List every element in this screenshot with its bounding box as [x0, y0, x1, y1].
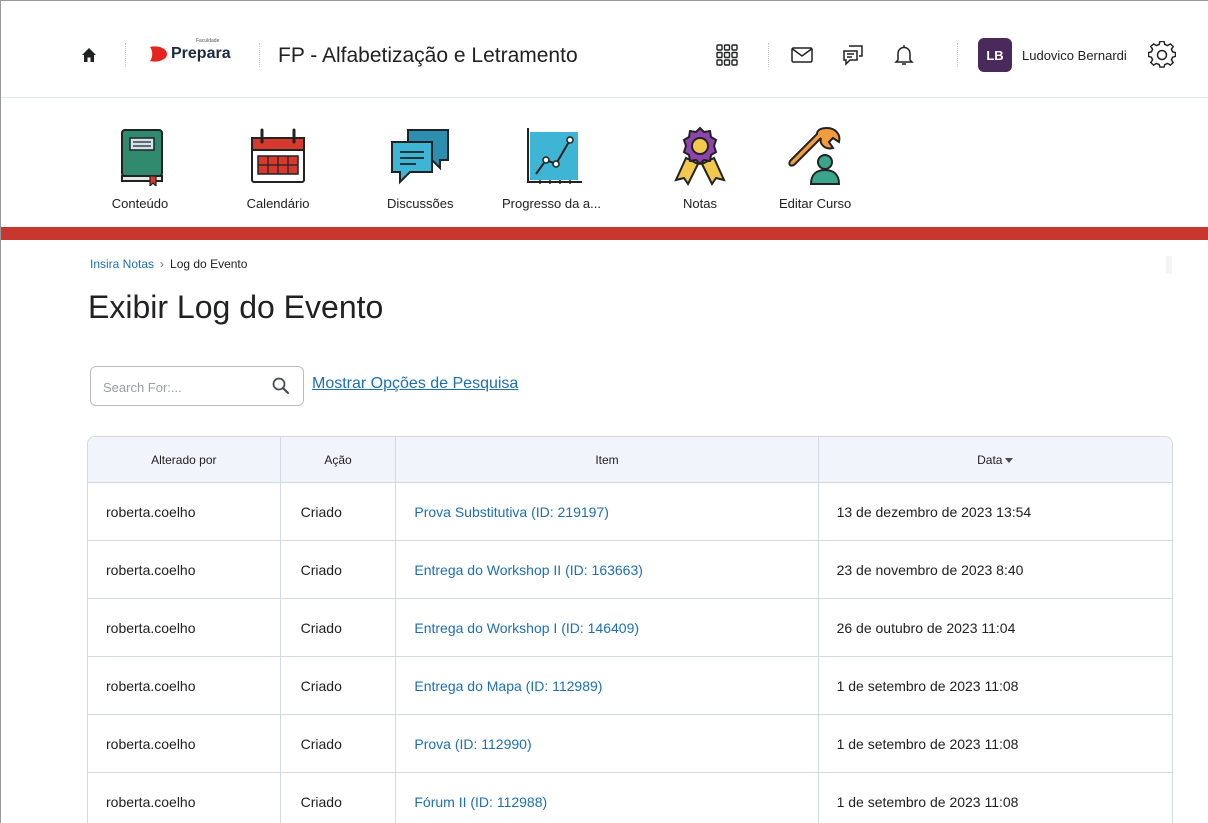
course-navbar: Conteúdo Calendário Discussões Progresso…: [1, 98, 1208, 226]
cell-item: Fórum II (ID: 112988): [396, 773, 819, 823]
sort-descending-icon[interactable]: [1005, 457, 1014, 463]
header-divider: [125, 43, 126, 67]
table-row: roberta.coelho Criado Prova (ID: 112990)…: [88, 715, 1172, 773]
event-log-table: Alterado por Ação Item Data roberta.coel…: [87, 436, 1173, 823]
nav-label: Discussões: [387, 196, 454, 211]
item-link[interactable]: Prova Substitutiva (ID: 219197): [414, 504, 609, 520]
course-title[interactable]: FP - Alfabetização e Letramento: [278, 44, 578, 68]
page-title: Exibir Log do Evento: [88, 289, 384, 325]
nav-item-discussoes[interactable]: Discussões: [387, 126, 453, 211]
notification-bell-icon[interactable]: [892, 43, 916, 67]
nav-label: Editar Curso: [779, 196, 852, 211]
table-header-row: Alterado por Ação Item Data: [88, 437, 1172, 483]
column-header-changed-by: Alterado por: [88, 437, 281, 483]
item-link[interactable]: Entrega do Mapa (ID: 112989): [414, 678, 602, 694]
nav-item-notas[interactable]: Notas: [668, 126, 732, 211]
cell-item: Entrega do Workshop I (ID: 146409): [396, 599, 819, 657]
table-row: roberta.coelho Criado Entrega do Worksho…: [88, 541, 1172, 599]
wrench-user-icon: [788, 126, 841, 185]
user-name[interactable]: Ludovico Bernardi: [1022, 48, 1127, 63]
search-input[interactable]: [103, 377, 263, 397]
user-avatar[interactable]: LB: [978, 38, 1012, 72]
table-row: roberta.coelho Criado Prova Substitutiva…: [88, 483, 1172, 541]
calendar-icon: [251, 128, 305, 183]
header-label: Item: [595, 452, 619, 467]
org-logo[interactable]: Faculdade Prepara: [147, 38, 231, 63]
progress-chart-icon: [526, 128, 582, 184]
header-divider: [957, 43, 958, 67]
search-box: [90, 366, 304, 406]
cell-action: Criado: [280, 715, 397, 773]
breadcrumb: Insira Notas › Log do Evento: [90, 257, 247, 271]
table-row: roberta.coelho Criado Entrega do Mapa (I…: [88, 657, 1172, 715]
logo-text: Faculdade Prepara: [171, 38, 231, 63]
cell-date: 1 de setembro de 2023 11:08: [819, 773, 1172, 823]
logo-word: Prepara: [171, 45, 231, 62]
settings-gear-icon[interactable]: [1148, 41, 1176, 69]
cell-action: Criado: [280, 599, 397, 657]
home-icon[interactable]: [81, 47, 97, 63]
nav-label: Notas: [683, 196, 717, 211]
nav-item-editar-curso[interactable]: Editar Curso: [779, 126, 851, 211]
cell-changed-by: roberta.coelho: [88, 541, 281, 599]
logo-subtext: Faculdade: [196, 38, 220, 44]
show-search-options-link[interactable]: Mostrar Opções de Pesquisa: [312, 375, 518, 393]
top-header: Faculdade Prepara FP - Alfabetização e Le…: [1, 1, 1208, 98]
item-link[interactable]: Entrega do Workshop II (ID: 163663): [414, 562, 643, 578]
table-row: roberta.coelho Criado Fórum II (ID: 1129…: [88, 773, 1172, 823]
award-ribbon-icon: [674, 126, 726, 186]
cell-date: 13 de dezembro de 2023 13:54: [818, 483, 1172, 541]
book-icon: [121, 129, 163, 186]
column-header-date[interactable]: Data: [818, 437, 1172, 483]
cell-changed-by: roberta.coelho: [88, 773, 281, 823]
nav-label: Progresso da a...: [502, 196, 601, 211]
logo-mark-icon: [150, 46, 167, 62]
nav-item-progresso[interactable]: Progresso da a...: [502, 126, 601, 211]
cell-changed-by: roberta.coelho: [88, 657, 281, 715]
nav-item-calendario[interactable]: Calendário: [246, 126, 310, 211]
course-selector-grid-icon[interactable]: [715, 43, 739, 67]
cell-changed-by: roberta.coelho: [88, 483, 281, 541]
header-label: Alterado por: [151, 452, 217, 467]
chat-bubbles-icon[interactable]: [841, 43, 865, 67]
scroll-indicator: [1166, 256, 1172, 274]
cell-date: 1 de setembro de 2023 11:08: [818, 657, 1172, 715]
nav-item-conteudo[interactable]: Conteúdo: [108, 126, 172, 211]
column-header-item: Item: [396, 437, 819, 483]
item-link[interactable]: Prova (ID: 112990): [414, 736, 531, 752]
nav-label: Calendário: [246, 196, 310, 211]
discussions-icon: [391, 129, 450, 185]
search-icon[interactable]: [271, 376, 291, 396]
cell-item: Prova (ID: 112990): [396, 715, 819, 773]
header-divider: [768, 43, 769, 67]
nav-label: Conteúdo: [111, 196, 169, 211]
cell-date: 26 de outubro de 2023 11:04: [818, 599, 1172, 657]
cell-action: Criado: [280, 483, 397, 541]
header-label: Ação: [324, 452, 352, 467]
header-divider: [259, 43, 260, 67]
cell-action: Criado: [280, 657, 397, 715]
cell-action: Criado: [280, 541, 397, 599]
table-row: roberta.coelho Criado Entrega do Worksho…: [88, 599, 1172, 657]
cell-date: 23 de novembro de 2023 8:40: [818, 541, 1172, 599]
column-header-action: Ação: [280, 437, 397, 483]
header-label: Data: [977, 452, 1003, 467]
message-envelope-icon[interactable]: [790, 43, 814, 67]
item-link[interactable]: Fórum II (ID: 112988): [414, 794, 547, 810]
breadcrumb-current: Log do Evento: [170, 257, 248, 271]
item-link[interactable]: Entrega do Workshop I (ID: 146409): [414, 620, 639, 636]
cell-item: Entrega do Workshop II (ID: 163663): [396, 541, 819, 599]
cell-changed-by: roberta.coelho: [88, 715, 281, 773]
cell-changed-by: roberta.coelho: [88, 599, 281, 657]
navbar-accent-bar: [1, 227, 1208, 240]
cell-item: Entrega do Mapa (ID: 112989): [396, 657, 819, 715]
cell-action: Criado: [281, 773, 397, 823]
breadcrumb-link-insira-notas[interactable]: Insira Notas: [90, 257, 154, 271]
breadcrumb-chevron-icon: ›: [160, 257, 165, 271]
cell-date: 1 de setembro de 2023 11:08: [818, 715, 1172, 773]
cell-item: Prova Substitutiva (ID: 219197): [396, 483, 819, 541]
